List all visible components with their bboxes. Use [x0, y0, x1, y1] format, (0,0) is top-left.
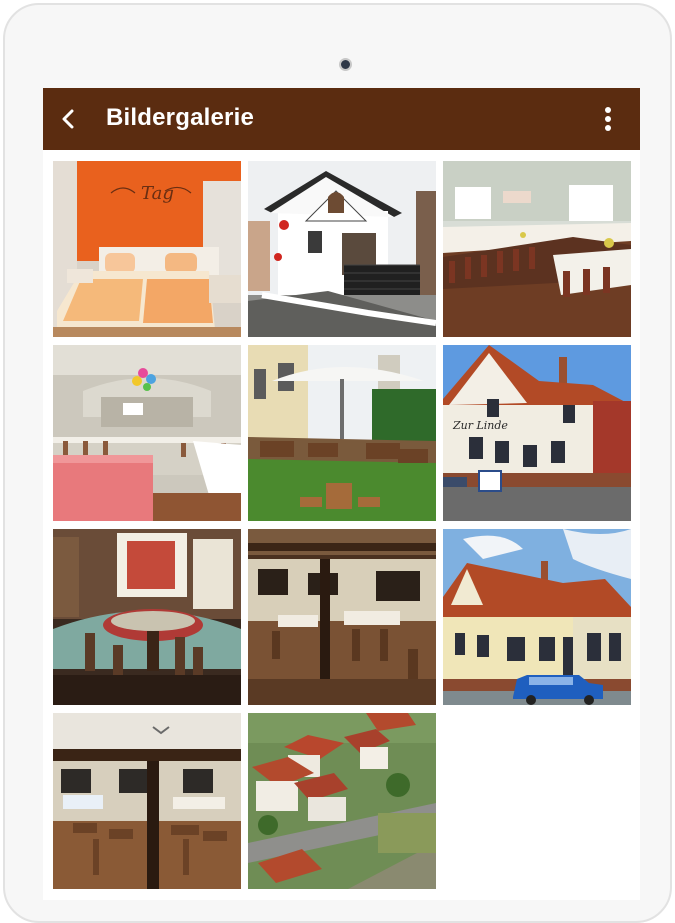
overflow-menu-button[interactable]: [588, 99, 628, 139]
inn-sign-lettering: Zur Linde: [452, 419, 508, 432]
gallery-photo-beer-garden[interactable]: [248, 345, 436, 521]
arrow-back-icon: [62, 109, 74, 129]
gallery-photo-hotel-room[interactable]: Tag: [53, 161, 241, 337]
gallery-photo-restaurant[interactable]: [248, 529, 436, 705]
more-vertical-icon: [605, 107, 611, 131]
back-button[interactable]: [49, 99, 89, 139]
gallery-photo-village-aerial[interactable]: [248, 713, 436, 889]
wall-lettering: Tag: [141, 183, 174, 204]
gallery-photo-lounge[interactable]: [53, 529, 241, 705]
gallery-photo-festive-hall[interactable]: [53, 345, 241, 521]
gallery-photo-banquet-hall[interactable]: [443, 161, 631, 337]
page-title: Bildergalerie: [106, 104, 254, 131]
gallery-photo-dining-room[interactable]: [53, 713, 241, 889]
app-screen: Bildergalerie Tag Zur Linde: [43, 88, 640, 900]
app-bar: Bildergalerie: [43, 88, 640, 150]
gallery-photo-house-exterior[interactable]: [248, 161, 436, 337]
gallery-photo-inn-street-view[interactable]: [443, 529, 631, 705]
front-camera: [339, 58, 352, 71]
photo-grid: Tag Zur Linde: [53, 161, 633, 889]
gallery-photo-inn-facade[interactable]: Zur Linde: [443, 345, 631, 521]
